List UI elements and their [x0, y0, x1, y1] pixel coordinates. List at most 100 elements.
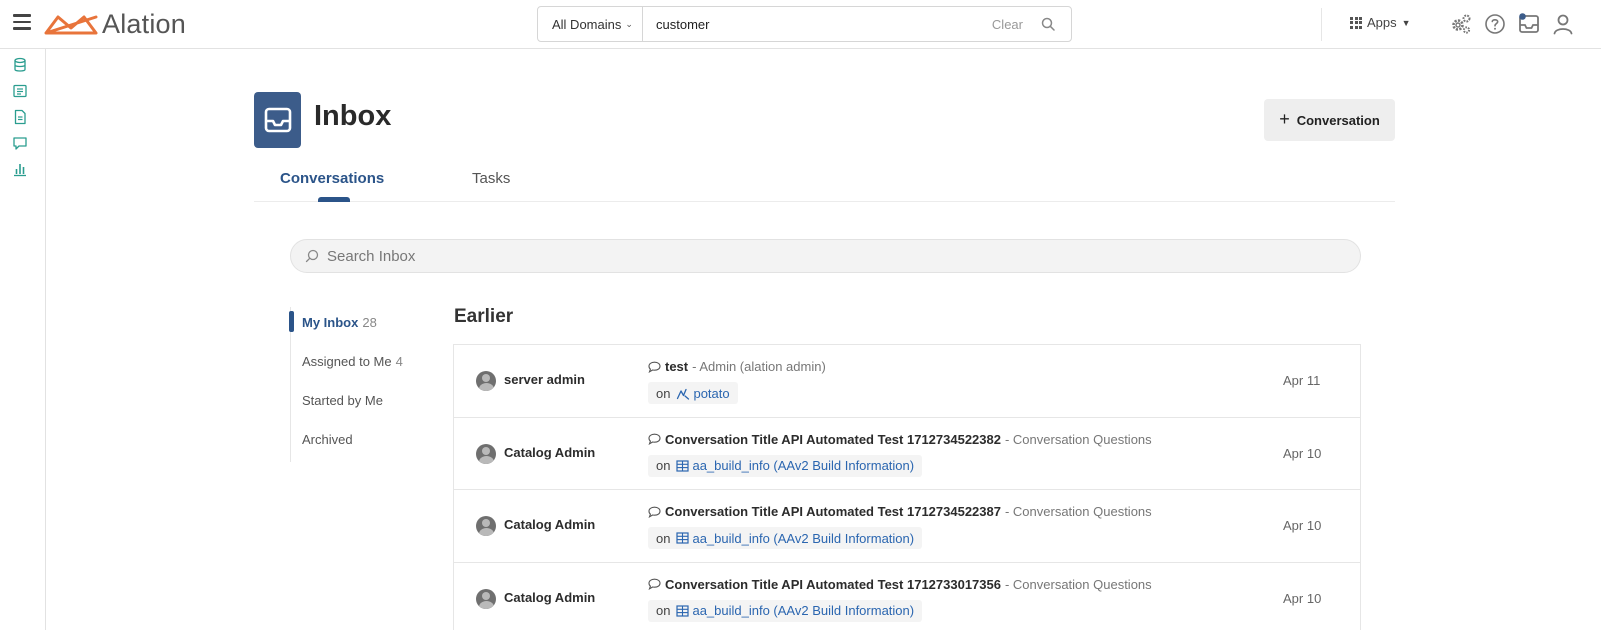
search-icon [305, 249, 319, 263]
alation-logo[interactable]: Alation [44, 9, 186, 39]
left-rail [0, 49, 46, 630]
conversation-title-line: Conversation Title API Automated Test 17… [648, 577, 1152, 592]
user-icon[interactable] [1551, 12, 1575, 36]
domain-select[interactable]: All Domains ⌄ [538, 7, 643, 41]
conversation-icon[interactable] [12, 135, 28, 151]
conversation-title[interactable]: Conversation Title API Automated Test 17… [665, 577, 1001, 592]
help-icon[interactable] [1483, 12, 1507, 36]
conversation-subtitle: - Conversation Questions [1004, 504, 1152, 519]
related-object-name[interactable]: potato [693, 386, 729, 401]
inbox-search [290, 239, 1361, 273]
related-object-chip[interactable]: on potato [648, 382, 738, 404]
inbox-filters: My Inbox 28 Assigned to Me 4 Started by Me… [289, 307, 430, 462]
filter-started-by-me[interactable]: Started by Me [302, 393, 383, 408]
avatar [476, 588, 496, 609]
related-object-chip[interactable]: on aa_build_info (AAv2 Build Information… [648, 454, 923, 477]
conversation-author: server admin [504, 372, 585, 387]
conversation-title[interactable]: Conversation Title API Automated Test 17… [665, 504, 1001, 519]
conversation-date: Apr 10 [1283, 518, 1322, 533]
conversation-row[interactable]: Catalog Admin Conversation Title API Aut… [453, 416, 1361, 489]
conversation-author: Catalog Admin [504, 517, 596, 532]
active-filter-indicator [289, 311, 294, 332]
active-tab-indicator [318, 197, 350, 202]
related-object-chip[interactable]: on aa_build_info (AAv2 Build Information… [648, 527, 923, 549]
avatar [476, 443, 496, 464]
on-label: on [656, 530, 671, 546]
on-label: on [656, 603, 671, 618]
filter-assigned-to-me[interactable]: Assigned to Me 4 [302, 354, 403, 369]
avatar [476, 371, 496, 391]
global-search: All Domains ⌄ customer Clear [537, 6, 1072, 42]
related-object-name[interactable]: aa_build_info (AAv2 Build Information) [692, 531, 914, 546]
section-title: Earlier [454, 306, 514, 327]
related-object-chip[interactable]: on aa_build_info (AAv2 Build Information… [648, 599, 923, 622]
filter-count: 4 [395, 354, 403, 369]
page-title: Inbox [314, 100, 392, 132]
conversation-subtitle: - Conversation Questions [1004, 431, 1152, 447]
filter-archived[interactable]: Archived [302, 432, 353, 447]
inbox-search-input[interactable] [327, 247, 1330, 265]
top-navigation-bar: Alation All Domains ⌄ customer Clear App… [0, 0, 1601, 49]
speech-bubble-icon [648, 578, 661, 590]
filter-count: 28 [362, 315, 377, 330]
filter-label: Archived [302, 432, 353, 447]
conversation-author: Catalog Admin [504, 444, 596, 460]
filter-label: Assigned to Me [302, 354, 392, 369]
table-icon [676, 604, 690, 617]
conversation-date: Apr 10 [1283, 445, 1322, 461]
catalog-icon[interactable] [12, 83, 28, 99]
clear-search-button[interactable]: Clear [992, 17, 1023, 32]
related-object-name[interactable]: aa_build_info (AAv2 Build Information) [692, 458, 914, 473]
conversation-date: Apr 10 [1283, 590, 1322, 606]
table-icon [676, 532, 690, 544]
chart-icon[interactable] [12, 161, 28, 177]
new-conversation-label: Conversation [1296, 112, 1380, 128]
conversation-title-line: Conversation Title API Automated Test 17… [648, 432, 1152, 447]
alation-logo-icon [44, 15, 98, 35]
speech-bubble-icon [648, 361, 661, 373]
document-icon[interactable] [12, 109, 28, 125]
search-input[interactable]: customer [643, 17, 992, 32]
conversation-list: server admin test - Admin (alation admin… [453, 344, 1361, 630]
avatar [476, 516, 496, 536]
conversation-row[interactable]: Catalog Admin Conversation Title API Aut… [453, 561, 1361, 630]
settings-gears-icon[interactable] [1449, 12, 1473, 36]
conversation-date: Apr 11 [1283, 373, 1321, 388]
conversation-title[interactable]: Conversation Title API Automated Test 17… [665, 432, 1001, 447]
conversation-title-line: test - Admin (alation admin) [648, 359, 826, 374]
divider [1321, 8, 1322, 41]
menu-icon[interactable] [13, 14, 31, 30]
conversation-row[interactable]: Catalog Admin Conversation Title API Aut… [453, 489, 1361, 562]
table-icon [676, 459, 690, 472]
tab-tasks[interactable]: Tasks [472, 170, 510, 187]
speech-bubble-icon [648, 506, 661, 518]
related-object-name[interactable]: aa_build_info (AAv2 Build Information) [692, 603, 914, 618]
on-label: on [656, 458, 671, 473]
filter-my-inbox[interactable]: My Inbox 28 [302, 315, 377, 330]
tab-conversations[interactable]: Conversations [280, 170, 384, 187]
plus-icon: + [1279, 108, 1290, 129]
inbox-badge [254, 92, 301, 148]
speech-bubble-icon [648, 433, 661, 445]
inbox-icon [264, 107, 291, 133]
caret-down-icon: ▼ [1401, 17, 1411, 28]
domain-select-label: All Domains [552, 16, 622, 32]
database-icon[interactable] [12, 57, 28, 73]
conversation-title-line: Conversation Title API Automated Test 17… [648, 504, 1152, 519]
apps-menu-button[interactable]: Apps ▼ [1350, 15, 1411, 30]
conversation-author: Catalog Admin [504, 589, 596, 605]
search-icon[interactable] [1041, 17, 1055, 31]
brand-name: Alation [102, 8, 186, 39]
apps-label: Apps [1367, 15, 1397, 30]
conversation-row[interactable]: server admin test - Admin (alation admin… [453, 344, 1361, 417]
grid-icon [1350, 16, 1362, 29]
conversation-title[interactable]: test [665, 359, 688, 374]
inbox-icon[interactable] [1517, 12, 1541, 36]
conversation-subtitle: - Admin (alation admin) [692, 359, 826, 374]
new-conversation-button[interactable]: + Conversation [1264, 99, 1395, 141]
on-label: on [656, 385, 671, 401]
chevron-down-icon: ⌄ [625, 18, 633, 29]
filter-label: Started by Me [302, 393, 383, 408]
inbox-tabs: Conversations Tasks [254, 160, 1395, 202]
query-icon [677, 388, 690, 400]
